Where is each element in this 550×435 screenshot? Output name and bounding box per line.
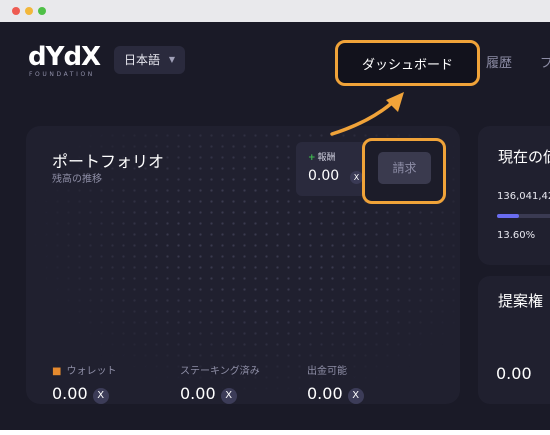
browser-window: dYdX FOUNDATION 日本語 ▼ ダッシュボード 履歴 プ ポートフォ… <box>0 0 550 435</box>
maximize-window-button[interactable] <box>38 7 46 15</box>
app-content: dYdX FOUNDATION 日本語 ▼ ダッシュボード 履歴 プ ポートフォ… <box>0 22 550 430</box>
annotation-arrow-icon <box>330 92 404 136</box>
minimize-window-button[interactable] <box>25 7 33 15</box>
close-window-button[interactable] <box>12 7 20 15</box>
window-titlebar <box>0 0 550 22</box>
